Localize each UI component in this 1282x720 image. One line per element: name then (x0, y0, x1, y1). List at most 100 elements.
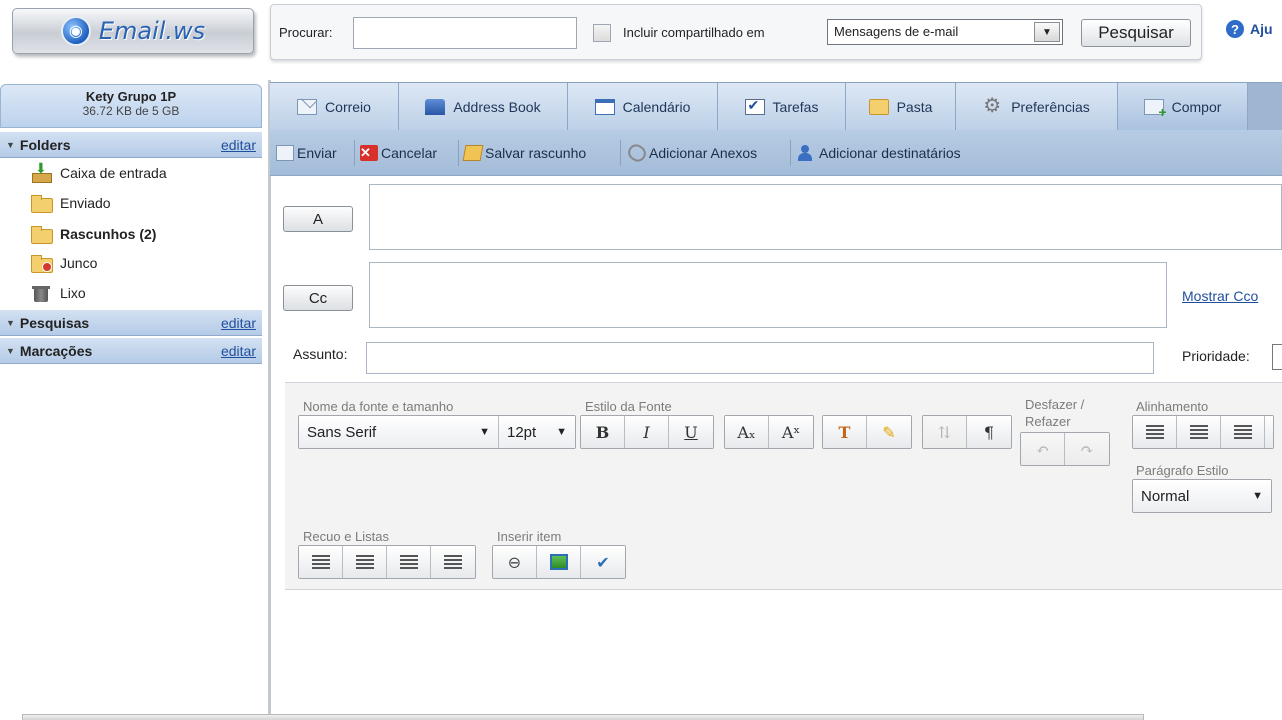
folders-title: Folders (19, 136, 71, 153)
tab-address-book[interactable]: Address Book (399, 83, 568, 131)
caret-down-icon: ▼ (479, 426, 490, 438)
search-scope-value: Mensagens de e-mail (834, 24, 959, 39)
subject-input[interactable] (366, 342, 1154, 374)
caret-down-icon: ▼ (556, 426, 567, 438)
insert-link-button[interactable]: ⊘ (493, 546, 537, 578)
help-label: Aju (1250, 21, 1273, 37)
undo-icon: ↶ (1035, 439, 1050, 459)
tab-tasks[interactable]: Tarefas (718, 83, 846, 131)
font-size-icon: ⇅ (937, 422, 952, 442)
folder-label: Enviado (60, 195, 111, 211)
tab-preferences[interactable]: Preferências (956, 83, 1118, 131)
italic-button[interactable]: I (625, 416, 669, 448)
add-recipients-button[interactable]: Adicionar destinatários (798, 142, 961, 164)
search-scope-select[interactable]: Mensagens de e-mail ▼ (827, 19, 1063, 45)
outdent-icon (355, 555, 374, 569)
redo-button[interactable]: ↷ (1065, 433, 1109, 465)
folder-drafts[interactable]: Rascunhos (2) (30, 223, 156, 245)
show-bcc-link[interactable]: Mostrar Cco (1182, 288, 1258, 304)
cc-field[interactable] (369, 262, 1167, 328)
folders-header[interactable]: ▼ Folders editar (0, 132, 262, 158)
superscript-button[interactable]: Aˣ (769, 416, 813, 448)
subscript-button[interactable]: Aₓ (725, 416, 769, 448)
tab-compose[interactable]: Compor (1118, 83, 1248, 131)
insert-image-button[interactable] (537, 546, 581, 578)
spell-check-button[interactable]: ✔ (581, 546, 625, 578)
color-group: T ✎ (822, 415, 912, 449)
numbered-list-button[interactable] (431, 546, 475, 578)
folder-trash[interactable]: Lixo (30, 282, 86, 304)
align-left-button[interactable] (1133, 416, 1177, 448)
font-name-value: Sans Serif (307, 423, 377, 441)
font-size-change-button[interactable]: ⇅ (923, 416, 967, 448)
dropdown-arrow-icon[interactable]: ▼ (1034, 22, 1060, 42)
insert-group-label: Inserir item (497, 529, 562, 544)
searches-edit-link[interactable]: editar (221, 315, 256, 331)
add-recipients-label: Adicionar destinatários (819, 145, 961, 161)
horizontal-scrollbar[interactable] (22, 714, 1144, 720)
junk-folder-icon (30, 254, 53, 273)
align-justify-button[interactable] (1265, 416, 1273, 448)
rich-text-toolbar: Nome da fonte e tamanho Sans Serif ▼ 12p… (285, 382, 1282, 590)
font-size-select[interactable]: 12pt ▼ (499, 416, 575, 448)
tags-title: Marcações (19, 342, 93, 359)
spell-check-icon: ✔ (596, 552, 610, 572)
help-link[interactable]: ? Aju (1226, 20, 1273, 38)
tags-edit-link[interactable]: editar (221, 343, 256, 359)
folder-sent[interactable]: Enviado (30, 192, 111, 214)
bullet-list-button[interactable] (387, 546, 431, 578)
folder-inbox[interactable]: Caixa de entrada (30, 160, 167, 184)
indent-button[interactable] (299, 546, 343, 578)
font-size-value: 12pt (507, 423, 537, 441)
include-shared-checkbox[interactable] (593, 24, 611, 42)
priority-select[interactable] (1272, 344, 1282, 370)
paragraph-style-select[interactable]: Normal ▼ (1133, 480, 1271, 512)
search-button[interactable]: Pesquisar (1081, 19, 1191, 47)
searches-header[interactable]: ▼ Pesquisas editar (0, 310, 262, 336)
message-body-editor[interactable] (285, 590, 1282, 720)
font-name-select[interactable]: Sans Serif ▼ (299, 416, 499, 448)
indent-group-label: Recuo e Listas (303, 529, 389, 544)
tab-folder[interactable]: Pasta (846, 83, 956, 131)
folder-icon (868, 99, 889, 115)
folder-label: Lixo (60, 285, 86, 301)
cc-button[interactable]: Cc (283, 285, 353, 311)
collapse-triangle-icon[interactable]: ▼ (6, 346, 15, 356)
numbered-list-icon (444, 555, 462, 569)
align-center-icon (1189, 425, 1208, 439)
to-field[interactable] (369, 184, 1282, 250)
to-button[interactable]: A (283, 206, 353, 232)
app-logo[interactable]: ◉ Email.ws (12, 8, 254, 54)
cancel-button[interactable]: ✕ Cancelar (360, 142, 437, 164)
cancel-label: Cancelar (381, 145, 438, 161)
paperclip-icon (625, 141, 649, 165)
paragraph-mark-button[interactable]: ¶ (967, 416, 1011, 448)
send-button[interactable]: Enviar (276, 142, 337, 164)
save-draft-button[interactable]: Salvar rascunho (462, 142, 586, 164)
underline-button[interactable]: U (669, 416, 713, 448)
mail-icon (297, 99, 318, 115)
format-group: ⇅ ¶ (922, 415, 1012, 449)
search-label: Procurar: (279, 25, 333, 40)
bullet-list-icon (399, 555, 418, 569)
highlight-button[interactable]: ✎ (867, 416, 911, 448)
collapse-triangle-icon[interactable]: ▼ (6, 318, 15, 328)
folders-edit-link[interactable]: editar (221, 137, 256, 153)
search-input[interactable] (353, 17, 577, 49)
align-right-button[interactable] (1221, 416, 1265, 448)
undo-button[interactable]: ↶ (1021, 433, 1065, 465)
attach-button[interactable]: Adicionar Anexos (625, 141, 757, 165)
align-center-button[interactable] (1177, 416, 1221, 448)
folder-junk[interactable]: Junco (30, 252, 97, 274)
text-color-button[interactable]: T (823, 416, 867, 448)
outdent-button[interactable] (343, 546, 387, 578)
tags-header[interactable]: ▼ Marcações editar (0, 338, 262, 364)
help-icon: ? (1226, 20, 1244, 38)
tab-mail[interactable]: Correio (270, 83, 399, 131)
toolbar-separator (790, 140, 791, 166)
send-mail-icon (276, 145, 294, 161)
bold-button[interactable]: B (581, 416, 625, 448)
tab-calendar[interactable]: Calendário (568, 83, 718, 131)
collapse-triangle-icon[interactable]: ▼ (6, 140, 15, 150)
folder-label: Rascunhos (2) (60, 226, 157, 242)
